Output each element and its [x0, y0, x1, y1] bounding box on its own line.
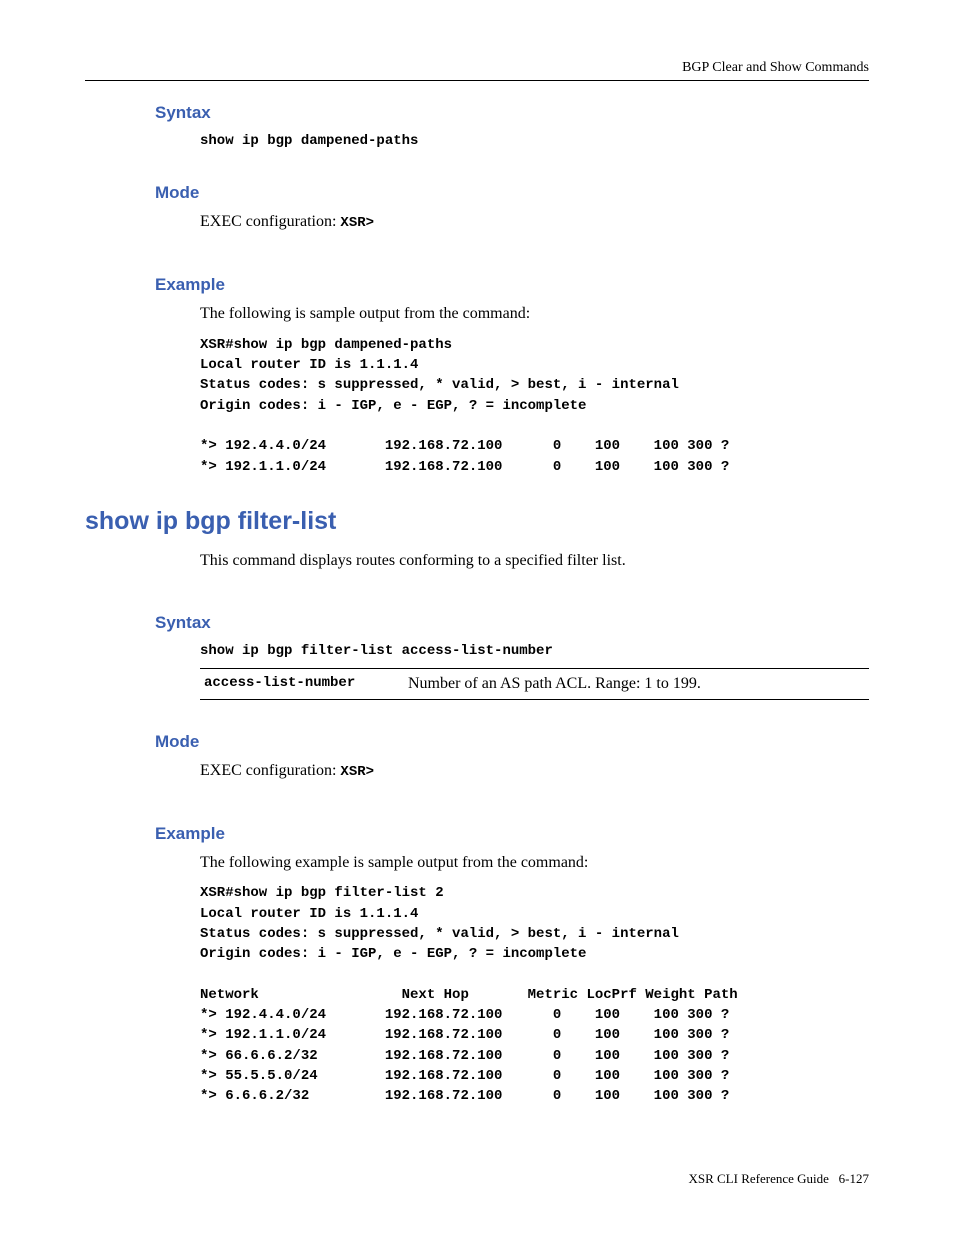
param-name-cell: access-list-number — [200, 668, 404, 699]
table-row: access-list-number Number of an AS path … — [200, 668, 869, 699]
syntax-command-1: show ip bgp dampened-paths — [200, 131, 869, 151]
footer-page-number: 6-127 — [839, 1171, 869, 1186]
mode-text-2: EXEC configuration: XSR> — [200, 760, 869, 782]
mode-prompt-2: XSR> — [340, 764, 374, 780]
mode-prefix-2: EXEC configuration: — [200, 762, 340, 779]
command-description: This command displays routes conforming … — [200, 550, 869, 572]
page-header: BGP Clear and Show Commands — [85, 60, 869, 81]
parameter-table: access-list-number Number of an AS path … — [200, 668, 869, 700]
section-heading-syntax-1: Syntax — [155, 103, 869, 123]
example-output-2: XSR#show ip bgp filter-list 2 Local rout… — [200, 883, 869, 1106]
mode-text-1: EXEC configuration: XSR> — [200, 211, 869, 233]
section-heading-syntax-2: Syntax — [155, 613, 869, 633]
footer-book-title: XSR CLI Reference Guide — [688, 1171, 828, 1186]
section-heading-example-2: Example — [155, 824, 869, 844]
command-title-filter-list: show ip bgp filter-list — [85, 507, 869, 536]
example-output-1: XSR#show ip bgp dampened-paths Local rou… — [200, 335, 869, 477]
syntax-command-2: show ip bgp filter-list access-list-numb… — [200, 641, 869, 661]
example-intro-2: The following example is sample output f… — [200, 852, 869, 874]
page-footer: XSR CLI Reference Guide 6-127 — [688, 1171, 869, 1187]
page: BGP Clear and Show Commands Syntax show … — [0, 0, 954, 1235]
section-heading-mode-2: Mode — [155, 732, 869, 752]
example-intro-1: The following is sample output from the … — [200, 303, 869, 325]
mode-prefix-1: EXEC configuration: — [200, 213, 340, 230]
mode-prompt-1: XSR> — [340, 215, 374, 231]
param-desc-cell: Number of an AS path ACL. Range: 1 to 19… — [404, 668, 869, 699]
header-right-text: BGP Clear and Show Commands — [682, 60, 869, 75]
section-heading-example-1: Example — [155, 275, 869, 295]
section-heading-mode-1: Mode — [155, 183, 869, 203]
